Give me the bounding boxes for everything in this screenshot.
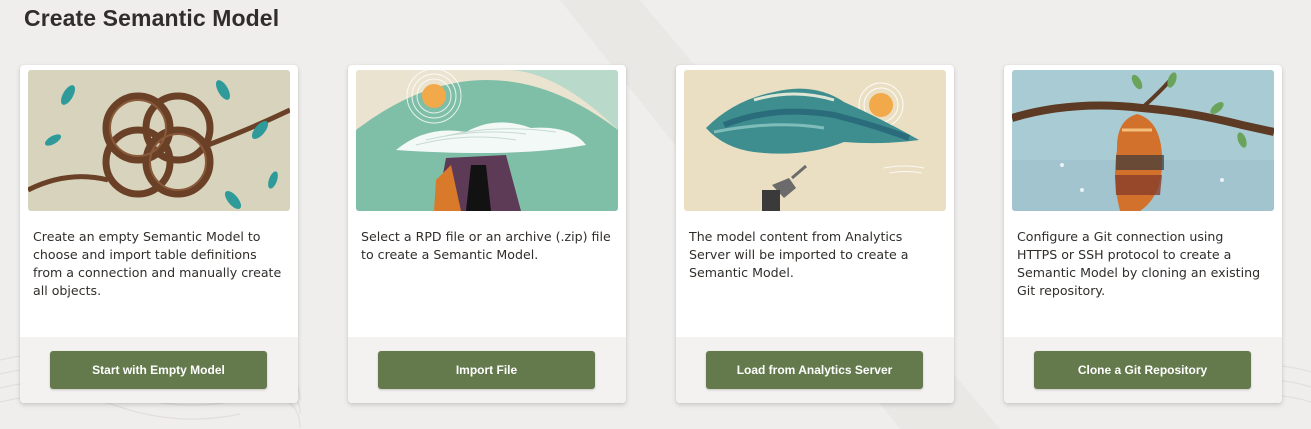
- card-description: The model content from Analytics Server …: [689, 229, 909, 280]
- import-file-button[interactable]: Import File: [378, 351, 595, 389]
- start-empty-model-button[interactable]: Start with Empty Model: [50, 351, 267, 389]
- branch-cocoon-image: [1012, 70, 1274, 211]
- illustration-sun-figure: [356, 70, 618, 211]
- card-footer: Clone a Git Repository: [1004, 337, 1282, 403]
- clone-git-repository-button[interactable]: Clone a Git Repository: [1034, 351, 1251, 389]
- sun-figure-image: [356, 70, 618, 211]
- card-description: Select a RPD file or an archive (.zip) f…: [361, 229, 611, 262]
- load-analytics-server-button[interactable]: Load from Analytics Server: [706, 351, 923, 389]
- illustration-floating-island: [684, 70, 946, 211]
- card-footer: Import File: [348, 337, 626, 403]
- card-import-file: Select a RPD file or an archive (.zip) f…: [348, 65, 626, 403]
- card-footer: Load from Analytics Server: [676, 337, 954, 403]
- illustration-branch-cocoon: [1012, 70, 1274, 211]
- card-description: Configure a Git connection using HTTPS o…: [1017, 229, 1261, 298]
- card-git-repository: Configure a Git connection using HTTPS o…: [1004, 65, 1282, 403]
- card-analytics-server: The model content from Analytics Server …: [676, 65, 954, 403]
- floating-island-image: [684, 70, 946, 211]
- illustration-vine-rings: [28, 70, 290, 211]
- card-description: Create an empty Semantic Model to choose…: [33, 229, 282, 298]
- vine-rings-image: [28, 70, 290, 211]
- page-title: Create Semantic Model: [24, 5, 280, 31]
- card-empty-model: Create an empty Semantic Model to choose…: [20, 65, 298, 403]
- card-footer: Start with Empty Model: [20, 337, 298, 403]
